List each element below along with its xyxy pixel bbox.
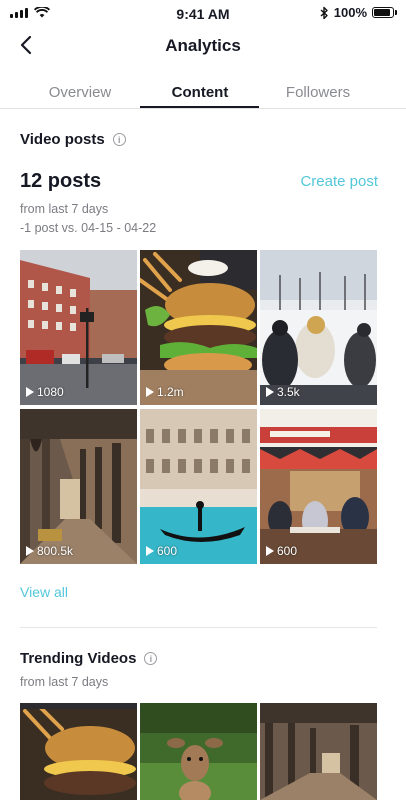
- play-icon: [146, 387, 154, 397]
- play-icon: [266, 387, 274, 397]
- burger-image: [20, 703, 137, 800]
- arcade-corridor-image: [260, 703, 377, 800]
- comparison-subtitle: -1 post vs. 04-15 - 04-22: [20, 221, 157, 235]
- view-count: 600: [266, 544, 297, 558]
- arcade-corridor-image: [20, 409, 137, 564]
- nav-bar: Analytics: [0, 26, 406, 66]
- trending-grid: [20, 703, 377, 800]
- section-title: Video posts: [20, 131, 105, 148]
- trending-video-thumbnail[interactable]: [260, 703, 377, 800]
- video-thumbnail[interactable]: 1.2m: [140, 250, 257, 405]
- active-tab-indicator: [140, 106, 259, 108]
- play-icon: [26, 387, 34, 397]
- video-thumbnail[interactable]: 1080: [20, 250, 137, 405]
- period-subtitle: from last 7 days: [20, 202, 109, 216]
- battery-icon: [372, 7, 397, 18]
- bluetooth-icon: [320, 6, 328, 19]
- trending-video-thumbnail[interactable]: [20, 703, 137, 800]
- tab-bar: Overview Content Followers: [0, 74, 406, 109]
- view-count: 3.5k: [266, 385, 300, 399]
- info-icon[interactable]: i: [112, 133, 126, 146]
- posts-count: 12 posts: [20, 170, 102, 192]
- section-divider: [20, 627, 377, 628]
- view-count: 800.5k: [26, 544, 73, 558]
- video-thumbnail[interactable]: 600: [140, 409, 257, 564]
- video-posts-header: Video posts i: [20, 131, 126, 148]
- venice-gondola-image: [140, 409, 257, 564]
- burger-image: [140, 250, 257, 405]
- view-count: 600: [146, 544, 177, 558]
- video-thumbnail[interactable]: 800.5k: [20, 409, 137, 564]
- tab-overview[interactable]: Overview: [20, 84, 140, 101]
- trending-subtitle: from last 7 days: [20, 675, 109, 689]
- cafe-terrace-image: [260, 409, 377, 564]
- view-count: 1.2m: [146, 385, 184, 399]
- video-thumbnail[interactable]: 600: [260, 409, 377, 564]
- play-icon: [146, 546, 154, 556]
- page-title: Analytics: [165, 36, 241, 55]
- video-thumbnail[interactable]: 3.5k: [260, 250, 377, 405]
- view-all-link[interactable]: View all: [20, 584, 68, 600]
- city-street-image: [20, 250, 137, 405]
- section-title: Trending Videos: [20, 650, 137, 667]
- snow-scene-image: [260, 250, 377, 405]
- deer-image: [140, 703, 257, 800]
- play-icon: [26, 546, 34, 556]
- status-right: 100%: [320, 5, 397, 20]
- battery-percent: 100%: [333, 5, 367, 20]
- tab-content[interactable]: Content: [140, 84, 260, 101]
- info-icon[interactable]: i: [144, 652, 158, 665]
- status-bar: 9:41 AM 100%: [0, 0, 406, 26]
- view-count: 1080: [26, 385, 64, 399]
- trending-header: Trending Videos i: [20, 650, 158, 667]
- trending-video-thumbnail[interactable]: [140, 703, 257, 800]
- create-post-button[interactable]: Create post: [300, 173, 378, 190]
- tab-followers[interactable]: Followers: [258, 84, 378, 101]
- play-icon: [266, 546, 274, 556]
